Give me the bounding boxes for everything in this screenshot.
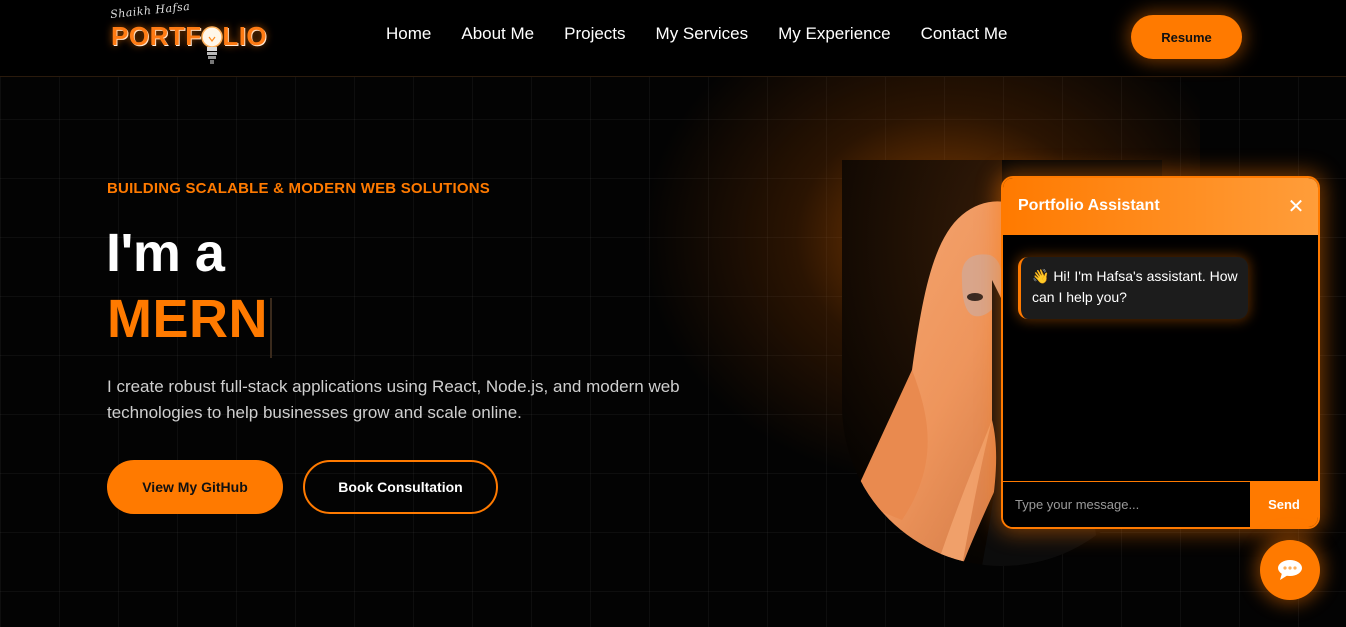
chat-toggle-button[interactable] [1260, 540, 1320, 600]
chat-bubble-icon [1278, 560, 1302, 580]
chat-title: Portfolio Assistant [1018, 197, 1160, 214]
top-navbar: Shaikh Hafsa PORTFOLIO Home About Me Pro… [0, 0, 1346, 77]
nav-projects[interactable]: Projects [564, 24, 625, 44]
nav-my-experience[interactable]: My Experience [778, 24, 890, 44]
hero-description: I create robust full-stack applications … [107, 377, 680, 422]
nav-my-services[interactable]: My Services [656, 24, 749, 44]
send-button[interactable]: Send [1250, 482, 1318, 527]
hero-eyebrow: BUILDING SCALABLE & MODERN WEB SOLUTIONS [107, 180, 490, 197]
portfolio-page: Shaikh Hafsa PORTFOLIO Home About Me Pro… [0, 0, 1346, 627]
nav-about-me[interactable]: About Me [461, 24, 534, 44]
site-logo[interactable]: Shaikh Hafsa PORTFOLIO [108, 0, 278, 70]
main-nav: Home About Me Projects My Services My Ex… [386, 24, 1008, 44]
chat-header: Portfolio Assistant ✕ [1003, 178, 1318, 235]
close-icon[interactable]: ✕ [1284, 194, 1308, 218]
view-github-button[interactable]: View My GitHub [107, 460, 283, 514]
nav-contact-me[interactable]: Contact Me [921, 24, 1008, 44]
lightbulb-icon [201, 26, 223, 64]
hero-headline-highlight: MERN [107, 289, 268, 349]
chat-input-row: Send [1003, 481, 1318, 527]
assistant-message: 👋 Hi! I'm Hafsa's assistant. How can I h… [1018, 257, 1248, 319]
chat-message-input[interactable] [1003, 482, 1250, 527]
typing-cursor [270, 298, 272, 358]
logo-signature: Shaikh Hafsa [109, 0, 191, 22]
chat-widget: Portfolio Assistant ✕ 👋 Hi! I'm Hafsa's … [1001, 176, 1320, 529]
resume-button[interactable]: Resume [1131, 15, 1242, 59]
nav-home[interactable]: Home [386, 24, 431, 44]
logo-wordmark: PORTFOLIO [111, 21, 268, 51]
book-consultation-button[interactable]: Book Consultation [303, 460, 498, 514]
hero-headline-prefix: I'm a [106, 223, 225, 283]
